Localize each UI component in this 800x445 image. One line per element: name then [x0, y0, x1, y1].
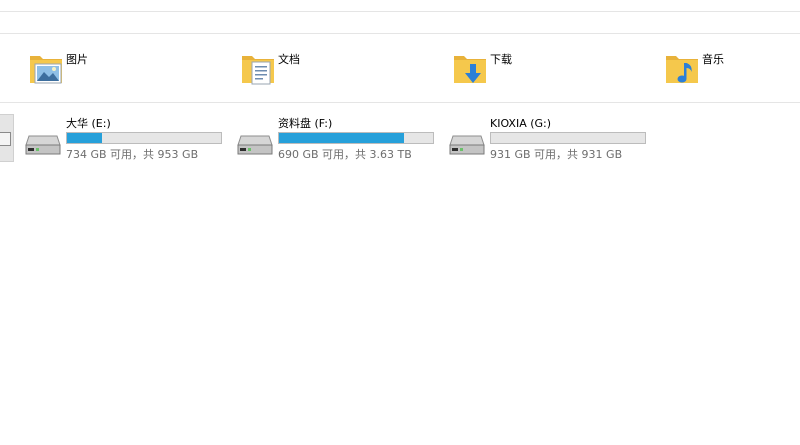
drive-label: 大华 (E:) — [66, 117, 111, 130]
folder-label-documents: 文档 — [278, 53, 300, 66]
drive-usage-fill — [279, 133, 404, 143]
hard-drive-icon — [25, 135, 61, 155]
hard-drive-icon — [449, 135, 485, 155]
drive-g[interactable]: KIOXIA (G:) 931 GB 可用，共 931 GB — [448, 113, 658, 165]
drive-usage-bar — [490, 132, 646, 144]
drive-usage-bar — [278, 132, 434, 144]
pictures-folder-icon — [30, 56, 62, 84]
folder-label-music: 音乐 — [702, 53, 724, 66]
downloads-folder-icon — [454, 56, 486, 83]
drive-usage-fill — [67, 133, 103, 143]
music-folder-icon — [666, 56, 698, 83]
partial-drive-tile[interactable] — [0, 114, 14, 162]
this-pc-view: 图片 文档 下载 音乐 大华 (E:) 734 GB 可用，共 953 GB 资… — [0, 0, 800, 445]
top-divider — [0, 11, 800, 12]
drive-free-space: 931 GB 可用，共 931 GB — [490, 148, 623, 161]
folder-label-downloads: 下载 — [490, 53, 512, 66]
partial-drive-icon — [0, 132, 11, 146]
drive-usage-bar — [66, 132, 222, 144]
folder-downloads[interactable]: 下载 — [452, 46, 652, 90]
drive-f[interactable]: 资料盘 (F:) 690 GB 可用，共 3.63 TB — [236, 113, 446, 165]
drive-free-space: 734 GB 可用，共 953 GB — [66, 148, 199, 161]
folder-label-pictures: 图片 — [66, 53, 88, 66]
hard-drive-icon — [237, 135, 273, 155]
documents-folder-icon — [242, 56, 274, 85]
drive-free-space: 690 GB 可用，共 3.63 TB — [278, 148, 412, 161]
folder-pictures[interactable]: 图片 — [28, 46, 228, 90]
drive-label: 资料盘 (F:) — [278, 117, 333, 130]
folders-top-divider — [0, 33, 800, 34]
folder-documents[interactable]: 文档 — [240, 46, 440, 90]
drives-top-divider — [0, 102, 800, 103]
drive-label: KIOXIA (G:) — [490, 117, 552, 130]
drive-e[interactable]: 大华 (E:) 734 GB 可用，共 953 GB — [24, 113, 234, 165]
folder-music[interactable]: 音乐 — [664, 46, 800, 90]
